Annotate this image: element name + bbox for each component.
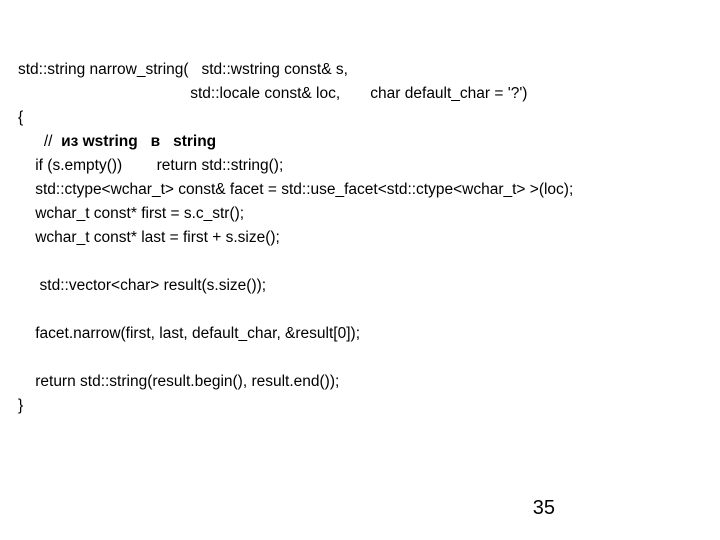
code-comment-line: // из wstring в string bbox=[18, 130, 702, 154]
blank-line bbox=[18, 346, 702, 370]
code-line: std::ctype<wchar_t> const& facet = std::… bbox=[18, 178, 702, 202]
page-number: 35 bbox=[533, 497, 555, 520]
code-line: wchar_t const* last = first + s.size(); bbox=[18, 226, 702, 250]
code-line: { bbox=[18, 106, 702, 130]
comment-bold: из wstring в string bbox=[61, 133, 216, 150]
code-line: wchar_t const* first = s.c_str(); bbox=[18, 202, 702, 226]
code-line: if (s.empty()) return std::string(); bbox=[18, 154, 702, 178]
code-block: std::string narrow_string( std::wstring … bbox=[18, 58, 702, 418]
code-line: } bbox=[18, 394, 702, 418]
blank-line bbox=[18, 298, 702, 322]
code-line: std::string narrow_string( std::wstring … bbox=[18, 58, 702, 82]
comment-prefix: // bbox=[18, 133, 61, 150]
code-line: std::vector<char> result(s.size()); bbox=[18, 274, 702, 298]
code-line: std::locale const& loc, char default_cha… bbox=[18, 82, 702, 106]
code-line: facet.narrow(first, last, default_char, … bbox=[18, 322, 702, 346]
blank-line bbox=[18, 250, 702, 274]
code-line: return std::string(result.begin(), resul… bbox=[18, 370, 702, 394]
